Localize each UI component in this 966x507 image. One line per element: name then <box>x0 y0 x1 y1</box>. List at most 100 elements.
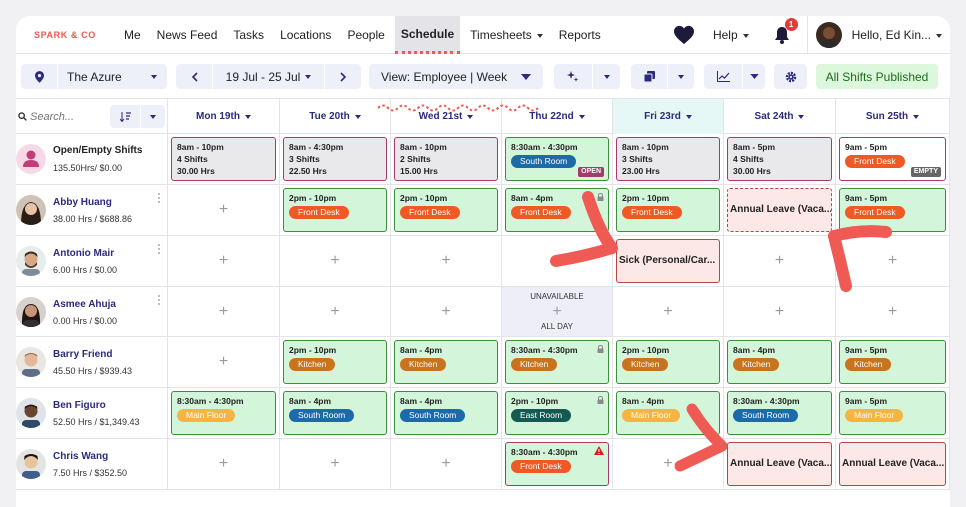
add-shift-icon[interactable]: + <box>219 252 228 270</box>
shift-block[interactable]: 2pm - 10pm Kitchen <box>283 340 387 384</box>
shift-block[interactable]: 2pm - 10pm Front Desk <box>283 188 387 232</box>
day-cell[interactable]: + <box>168 287 280 336</box>
day-cell[interactable]: + <box>613 287 724 336</box>
nav-link-reports[interactable]: Reports <box>553 16 607 54</box>
add-shift-icon[interactable]: + <box>441 455 450 473</box>
shift-block[interactable]: 2pm - 10pm Front Desk <box>616 188 720 232</box>
day-cell[interactable]: + <box>724 236 836 286</box>
shift-block[interactable]: 8:30am - 4:30pm Kitchen <box>505 340 609 384</box>
help-menu[interactable]: Help <box>713 28 749 42</box>
insights-dropdown[interactable] <box>743 64 765 89</box>
shift-block[interactable]: 8am - 4:30pm 3 Shifts 22.50 Hrs <box>283 137 387 181</box>
add-shift-icon[interactable]: + <box>663 455 672 473</box>
nav-link-timesheets[interactable]: Timesheets <box>464 16 549 54</box>
day-cell[interactable]: + <box>280 287 391 336</box>
settings-button[interactable] <box>774 64 807 89</box>
auto-schedule-button[interactable] <box>554 64 592 89</box>
day-cell[interactable]: + <box>168 185 280 235</box>
day-header-sat-24th[interactable]: Sat 24th <box>724 99 836 134</box>
day-cell[interactable]: + <box>280 439 391 489</box>
shift-block[interactable]: 9am - 5pm Main Floor <box>839 391 946 435</box>
user-menu[interactable]: Hello, Ed Kin... <box>852 28 942 42</box>
add-shift-icon[interactable]: + <box>663 303 672 321</box>
add-shift-icon[interactable]: + <box>219 303 228 321</box>
add-shift-icon[interactable]: + <box>888 303 897 321</box>
day-cell[interactable]: + <box>391 236 502 286</box>
employee-cell[interactable]: Chris Wang 7.50 Hrs / $352.50 <box>16 439 168 489</box>
prev-week-button[interactable] <box>176 64 212 89</box>
add-shift-icon[interactable]: + <box>775 303 784 321</box>
shift-block[interactable]: 8am - 4pm South Room <box>394 391 498 435</box>
more-options-icon[interactable] <box>158 295 161 307</box>
leave-block[interactable]: Sick (Personal/Car... <box>616 239 720 283</box>
shift-block[interactable]: 2pm - 10pm Front Desk <box>394 188 498 232</box>
employee-cell[interactable]: Barry Friend 45.50 Hrs / $939.43 <box>16 337 168 387</box>
more-options-icon[interactable] <box>158 193 161 205</box>
employee-cell[interactable]: Antonio Mair 6.00 Hrs / $0.00 <box>16 236 168 286</box>
sort-button[interactable] <box>110 105 140 128</box>
employee-cell[interactable]: Abby Huang 38.00 Hrs / $688.86 <box>16 185 168 235</box>
nav-link-tasks[interactable]: Tasks <box>227 16 270 54</box>
date-range-select[interactable]: 19 Jul - 25 Jul <box>213 64 324 89</box>
insights-button[interactable] <box>704 64 742 89</box>
nav-link-schedule[interactable]: Schedule <box>394 16 461 54</box>
next-week-button[interactable] <box>325 64 361 89</box>
shift-block[interactable]: 8:30am - 4:30pm Front Desk <box>505 442 609 486</box>
copy-button[interactable] <box>631 64 667 89</box>
more-options-icon[interactable] <box>158 244 161 256</box>
shift-block[interactable]: 9am - 5pm Front Desk <box>839 188 946 232</box>
sort-dropdown[interactable] <box>141 105 165 128</box>
add-shift-icon[interactable]: + <box>441 303 450 321</box>
add-shift-icon[interactable]: + <box>441 252 450 270</box>
nav-link-people[interactable]: People <box>341 16 390 54</box>
nav-link-me[interactable]: Me <box>118 16 147 54</box>
add-shift-icon[interactable]: + <box>888 252 897 270</box>
shift-block[interactable]: 2pm - 10pm Kitchen <box>616 340 720 384</box>
add-shift-icon[interactable]: + <box>330 455 339 473</box>
day-header-fri-23rd[interactable]: Fri 23rd <box>613 99 724 134</box>
shift-block[interactable]: 8am - 10pm 2 Shifts 15.00 Hrs <box>394 137 498 181</box>
day-cell[interactable]: + <box>280 236 391 286</box>
search-input[interactable] <box>30 108 106 126</box>
user-avatar[interactable] <box>815 22 842 48</box>
shift-block[interactable]: 8am - 4pm Front Desk <box>505 188 609 232</box>
add-shift-icon[interactable]: + <box>552 252 561 270</box>
day-cell[interactable]: + <box>836 236 950 286</box>
location-select[interactable]: The Azure <box>21 64 167 89</box>
shift-block[interactable]: 9am - 5pm Kitchen <box>839 340 946 384</box>
add-shift-icon[interactable]: + <box>219 353 228 371</box>
day-cell[interactable]: + <box>613 439 724 489</box>
add-shift-icon[interactable]: + <box>552 303 561 321</box>
copy-dropdown[interactable] <box>668 64 694 89</box>
shift-block[interactable]: 8am - 5pm 4 Shifts 30.00 Hrs <box>727 137 832 181</box>
add-shift-icon[interactable]: + <box>219 201 228 219</box>
nav-link-news-feed[interactable]: News Feed <box>151 16 224 54</box>
auto-schedule-dropdown[interactable] <box>593 64 620 89</box>
day-cell[interactable]: + <box>502 236 613 286</box>
shift-block[interactable]: 8:30am - 4:30pm Main Floor <box>171 391 276 435</box>
day-cell[interactable]: + <box>724 287 836 336</box>
add-shift-icon[interactable]: + <box>330 303 339 321</box>
view-select[interactable]: View: Employee | Week <box>369 64 543 89</box>
notifications-button[interactable]: 1 <box>771 18 798 46</box>
day-header-tue-20th[interactable]: Tue 20th <box>280 99 391 134</box>
shift-block[interactable]: 8am - 4pm Kitchen <box>727 340 832 384</box>
shift-block[interactable]: 8am - 4pm Kitchen <box>394 340 498 384</box>
employee-cell[interactable]: Asmee Ahuja 0.00 Hrs / $0.00 <box>16 287 168 336</box>
brand-logo[interactable]: SPARK & CO <box>34 30 96 40</box>
day-cell[interactable]: + <box>391 439 502 489</box>
heart-icon[interactable] <box>671 22 697 48</box>
shift-block[interactable]: 8am - 4pm South Room <box>283 391 387 435</box>
leave-block[interactable]: Annual Leave (Vaca... <box>727 188 832 232</box>
day-header-mon-19th[interactable]: Mon 19th <box>168 99 280 134</box>
employee-cell[interactable]: Ben Figuro 52.50 Hrs / $1,349.43 <box>16 388 168 438</box>
add-shift-icon[interactable]: + <box>330 252 339 270</box>
shift-block[interactable]: 8am - 4pm Main Floor <box>616 391 720 435</box>
publish-status-badge[interactable]: All Shifts Published <box>816 64 938 89</box>
day-cell[interactable]: + <box>836 287 950 336</box>
nav-link-locations[interactable]: Locations <box>274 16 337 54</box>
leave-block[interactable]: Annual Leave (Vaca... <box>839 442 946 486</box>
shift-block[interactable]: 8:30am - 4:30pm South Room OPEN <box>505 137 609 181</box>
shift-block[interactable]: 8am - 10pm 4 Shifts 30.00 Hrs <box>171 137 276 181</box>
day-cell[interactable]: + <box>391 287 502 336</box>
